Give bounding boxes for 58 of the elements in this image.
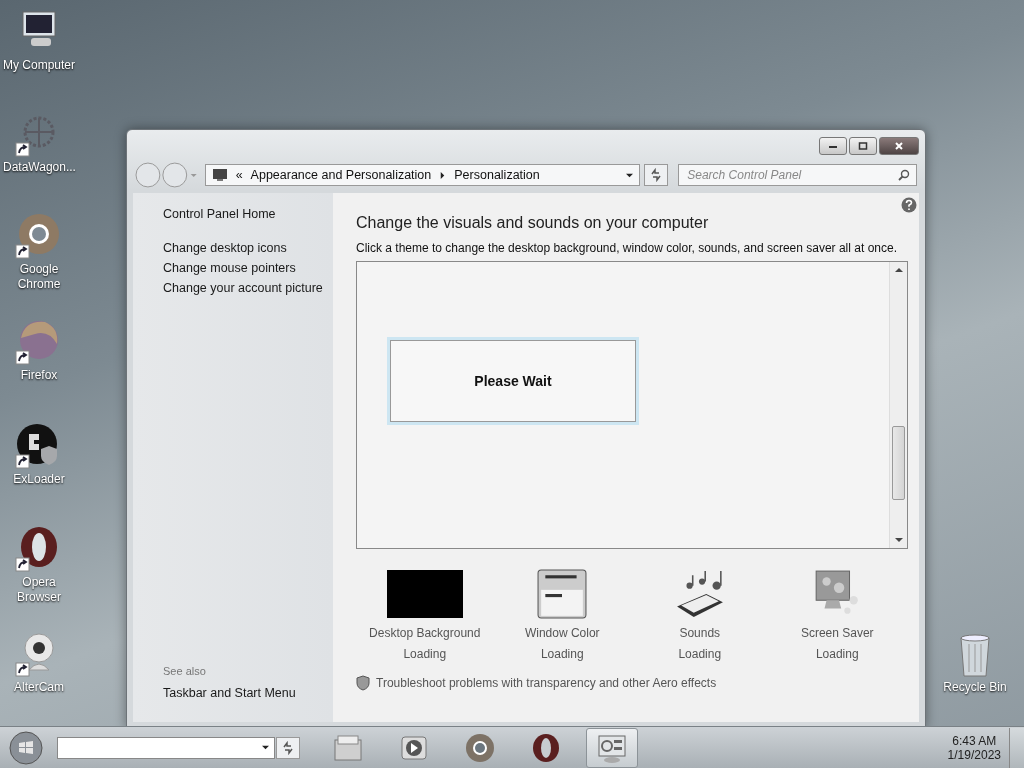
- setting-status: Loading: [403, 647, 447, 661]
- app-logo-icon[interactable]: [530, 731, 562, 764]
- sidebar-link[interactable]: Change desktop icons: [163, 241, 287, 255]
- go-button[interactable]: [276, 736, 300, 759]
- dropdown-arrow-icon[interactable]: [626, 171, 634, 179]
- setting-link[interactable]: Screen Saver: [800, 626, 874, 640]
- address-toolbar-field[interactable]: [57, 736, 275, 759]
- window-color-icon[interactable]: [537, 569, 588, 619]
- close-button[interactable]: [879, 137, 919, 155]
- troubleshoot-link[interactable]: Troubleshoot problems with transparency and other Aero effects: [376, 676, 717, 690]
- setting-status: Loading: [540, 647, 584, 661]
- refresh-button[interactable]: [644, 164, 669, 186]
- wait-message: Please Wait: [474, 373, 552, 389]
- setting-link[interactable]: Desktop Background: [369, 626, 481, 640]
- desktop-icon-label[interactable]: Firefox: [3, 368, 75, 383]
- start-button[interactable]: [9, 730, 43, 765]
- scroll-up-icon[interactable]: [894, 267, 903, 273]
- monitor-icon: [211, 167, 228, 183]
- sidebar-link[interactable]: Taskbar and Start Menu: [163, 686, 296, 700]
- search-icon[interactable]: [898, 169, 910, 181]
- maximize-button[interactable]: [849, 137, 877, 155]
- close-icon[interactable]: [894, 142, 904, 150]
- scrollbar[interactable]: [889, 262, 907, 548]
- breadcrumb-overflow[interactable]: «: [235, 168, 243, 182]
- music-keyboard-icon[interactable]: [674, 569, 725, 619]
- desktop-icon-label[interactable]: Google Chrome: [3, 262, 75, 292]
- page-heading: Change the visuals and sounds on your computer: [356, 214, 710, 232]
- sidebar-link[interactable]: Change your account picture: [163, 281, 323, 295]
- setting-link[interactable]: Sounds: [679, 626, 721, 640]
- minimize-button[interactable]: [819, 137, 847, 155]
- refresh-icon[interactable]: [649, 168, 664, 182]
- dropdown-arrow-icon[interactable]: [262, 744, 269, 751]
- address-bar[interactable]: « Appearance and Personalization Personalization: [204, 164, 641, 186]
- search-field[interactable]: Search Control Panel: [678, 164, 917, 186]
- setting-status: Loading: [678, 647, 722, 661]
- search-input[interactable]: Search Control Panel: [685, 167, 898, 183]
- taskbar-button[interactable]: [586, 727, 638, 768]
- theme-list[interactable]: Please Wait: [356, 261, 908, 549]
- scroll-down-icon[interactable]: [894, 537, 903, 543]
- sidebar-link[interactable]: Control Panel Home: [163, 207, 276, 221]
- maximize-icon[interactable]: [858, 142, 868, 150]
- setting-status: Loading: [815, 647, 859, 661]
- help-icon[interactable]: [901, 197, 917, 213]
- refresh-icon[interactable]: [281, 740, 295, 755]
- setting-link[interactable]: Window Color: [524, 626, 600, 640]
- breadcrumb-arrow-icon[interactable]: [439, 171, 447, 179]
- desktop-icon-label[interactable]: DataWagon...: [3, 160, 75, 175]
- wallpaper-thumbnail[interactable]: [386, 570, 463, 618]
- scroll-thumb[interactable]: [892, 426, 905, 500]
- clock-date[interactable]: 1/19/2023: [947, 747, 1001, 762]
- sidebar-link[interactable]: Change mouse pointers: [163, 261, 296, 275]
- breadcrumb-item[interactable]: Appearance and Personalization: [250, 168, 432, 182]
- page-description: Click a theme to change the desktop background, window color, sounds, and screen saver all at once.: [356, 241, 898, 255]
- see-also-heading: See also: [163, 665, 206, 677]
- desktop-icon-label[interactable]: My Computer: [0, 58, 78, 73]
- clock-time[interactable]: 6:43 AM: [952, 733, 997, 748]
- breadcrumb-item[interactable]: Personalization: [454, 168, 540, 182]
- shield-icon: [356, 675, 370, 691]
